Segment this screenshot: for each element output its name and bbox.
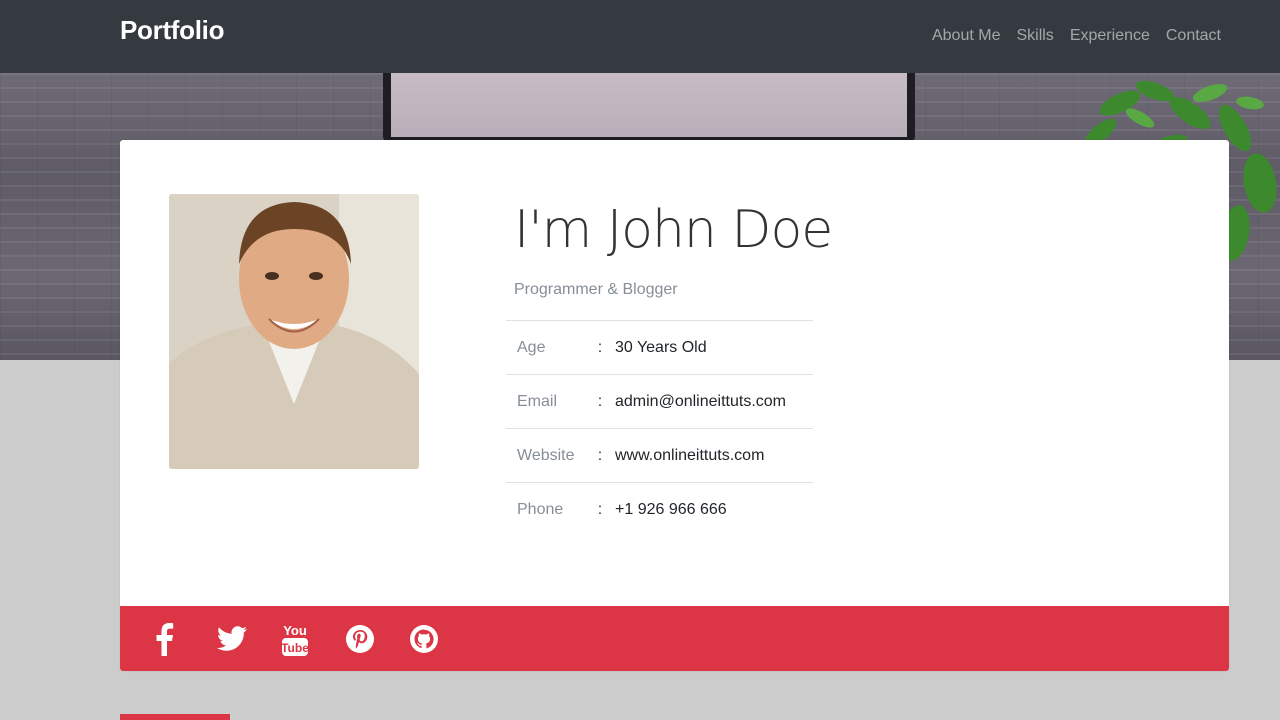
detail-value: www.onlineittuts.com (614, 428, 813, 483)
profile-name: I'm John Doe (514, 200, 833, 260)
nav-links: About Me Skills Experience Contact (932, 27, 1221, 45)
detail-separator: : (586, 428, 614, 483)
nav-link-contact[interactable]: Contact (1166, 27, 1221, 45)
monitor-screen (391, 73, 907, 137)
detail-separator: : (586, 320, 614, 375)
profile-card: I'm John Doe Programmer & Blogger Age : … (120, 140, 1229, 671)
detail-value: admin@onlineittuts.com (614, 374, 813, 429)
nav-link-experience[interactable]: Experience (1070, 27, 1150, 45)
svg-text:You: You (283, 623, 307, 638)
detail-separator: : (586, 374, 614, 429)
detail-value: +1 926 966 666 (614, 482, 813, 537)
social-links-bar: You Tube (120, 606, 1229, 671)
detail-row-phone: Phone : +1 926 966 666 (506, 482, 813, 537)
youtube-icon[interactable]: You Tube (281, 619, 345, 659)
navbar: Portfolio About Me Skills Experience Con… (0, 0, 1280, 73)
nav-link-skills[interactable]: Skills (1016, 27, 1053, 45)
detail-row-email: Email : admin@onlineittuts.com (506, 374, 813, 429)
detail-separator: : (586, 482, 614, 537)
detail-row-age: Age : 30 Years Old (506, 320, 813, 375)
brand-logo[interactable]: Portfolio (120, 15, 224, 46)
svg-text:Tube: Tube (281, 641, 309, 655)
github-icon[interactable] (409, 619, 473, 659)
profile-role: Programmer & Blogger (514, 281, 678, 298)
profile-photo (169, 194, 419, 469)
detail-row-website: Website : www.onlineittuts.com (506, 428, 813, 483)
detail-label: Website (506, 428, 586, 483)
detail-label: Age (506, 320, 586, 375)
section-accent-bar (120, 714, 230, 720)
detail-label: Phone (506, 482, 586, 537)
twitter-icon[interactable] (217, 619, 281, 659)
detail-label: Email (506, 374, 586, 429)
detail-value: 30 Years Old (614, 320, 813, 375)
profile-details-table: Age : 30 Years Old Email : admin@onlinei… (506, 320, 813, 537)
nav-link-about-me[interactable]: About Me (932, 27, 1000, 45)
facebook-icon[interactable] (153, 619, 217, 659)
monitor-graphic (383, 73, 915, 141)
pinterest-icon[interactable] (345, 619, 409, 659)
